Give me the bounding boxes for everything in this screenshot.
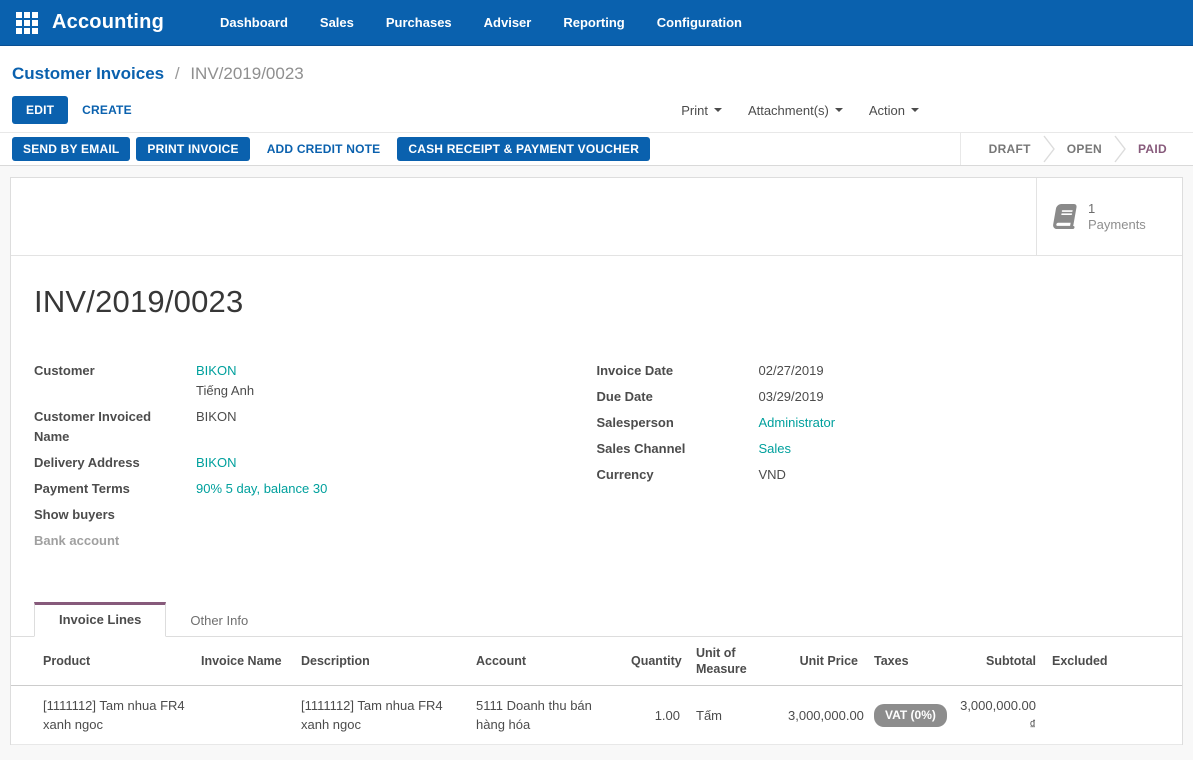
state-draft[interactable]: DRAFT [977, 142, 1043, 156]
col-excluded[interactable]: Excluded [1044, 637, 1182, 686]
cell-account: 5111 Doanh thu bán hàng hóa [468, 686, 623, 745]
due-date-value: 03/29/2019 [759, 387, 824, 407]
field-show-buyers: Show buyers [34, 502, 597, 528]
salesperson-link[interactable]: Administrator [759, 415, 836, 430]
cell-description: [1111112] Tam nhua FR4 xanh ngoc [293, 686, 468, 745]
nav-item-reporting[interactable]: Reporting [563, 15, 624, 30]
app-name[interactable]: Accounting [52, 11, 164, 34]
cell-unit-price: 3,000,000.00 [780, 686, 866, 745]
breadcrumb-current: INV/2019/0023 [190, 64, 303, 83]
journal-book-icon [1051, 204, 1080, 229]
state-paid[interactable]: PAID [1126, 142, 1179, 156]
nav-item-sales[interactable]: Sales [320, 15, 354, 30]
payments-smart-button[interactable]: 1 Payments [1036, 178, 1182, 255]
tab-other-info[interactable]: Other Info [166, 604, 272, 637]
field-customer: Customer BIKON Tiếng Anh [34, 358, 597, 404]
col-subtotal[interactable]: Subtotal [948, 637, 1044, 686]
col-invoice-name[interactable]: Invoice Name [193, 637, 293, 686]
field-delivery-address: Delivery Address BIKON [34, 450, 597, 476]
control-panel: Customer Invoices / INV/2019/0023 EDIT C… [0, 46, 1193, 132]
statusbar: SEND BY EMAIL PRINT INVOICE ADD CREDIT N… [0, 132, 1193, 166]
cell-taxes: VAT (0%) [866, 686, 948, 745]
nav-item-dashboard[interactable]: Dashboard [220, 15, 288, 30]
col-taxes[interactable]: Taxes [866, 637, 948, 686]
apps-grid-icon[interactable] [16, 12, 38, 34]
cell-invoice-name [193, 686, 293, 745]
field-salesperson: Salesperson Administrator [597, 410, 1160, 436]
payments-label: Payments [1088, 217, 1146, 233]
notebook: Invoice Lines Other Info Product Invoice… [11, 602, 1182, 745]
col-unit-of-measure[interactable]: Unit of Measure [688, 637, 780, 686]
field-customer-invoiced-name: Customer Invoiced Name BIKON [34, 404, 597, 450]
table-header-row: Product Invoice Name Description Account… [11, 637, 1182, 686]
left-field-group: Customer BIKON Tiếng Anh Customer Invoic… [34, 358, 597, 554]
send-by-email-button[interactable]: SEND BY EMAIL [12, 137, 130, 161]
field-currency: Currency VND [597, 462, 1160, 488]
edit-button[interactable]: EDIT [12, 96, 68, 124]
invoice-line-row[interactable]: [1111112] Tam nhua FR4 xanh ngoc [111111… [11, 686, 1182, 745]
field-due-date: Due Date 03/29/2019 [597, 384, 1160, 410]
action-dropdowns: Print Attachment(s) Action [681, 103, 919, 118]
field-sales-channel: Sales Channel Sales [597, 436, 1160, 462]
print-dropdown[interactable]: Print [681, 103, 722, 118]
col-product[interactable]: Product [11, 637, 193, 686]
chevron-right-icon [1043, 135, 1055, 163]
invoice-form-sheet: 1 Payments INV/2019/0023 Customer BIKON … [10, 177, 1183, 745]
breadcrumb: Customer Invoices / INV/2019/0023 [12, 64, 1181, 84]
col-account[interactable]: Account [468, 637, 623, 686]
sales-channel-link[interactable]: Sales [759, 441, 792, 456]
col-quantity[interactable]: Quantity [623, 637, 688, 686]
add-credit-note-button[interactable]: ADD CREDIT NOTE [256, 137, 392, 161]
cell-excluded [1044, 686, 1182, 745]
action-dropdown[interactable]: Action [869, 103, 919, 118]
delivery-address-link[interactable]: BIKON [196, 455, 236, 470]
payment-terms-link[interactable]: 90% 5 day, balance 30 [196, 481, 327, 496]
state-open[interactable]: OPEN [1055, 142, 1114, 156]
chevron-down-icon [835, 108, 843, 112]
cell-product: [1111112] Tam nhua FR4 xanh ngoc [11, 686, 193, 745]
col-unit-price[interactable]: Unit Price [780, 637, 866, 686]
chevron-down-icon [911, 108, 919, 112]
invoice-date-value: 02/27/2019 [759, 361, 824, 381]
tax-badge: VAT (0%) [874, 704, 947, 727]
print-invoice-button[interactable]: PRINT INVOICE [136, 137, 249, 161]
nav-item-adviser[interactable]: Adviser [484, 15, 532, 30]
field-payment-terms: Payment Terms 90% 5 day, balance 30 [34, 476, 597, 502]
status-pipeline: DRAFT OPEN PAID [960, 133, 1193, 165]
customer-link[interactable]: BIKON [196, 363, 236, 378]
customer-sub-text: Tiếng Anh [196, 381, 254, 401]
col-description[interactable]: Description [293, 637, 468, 686]
invoice-title: INV/2019/0023 [34, 284, 1159, 320]
tab-invoice-lines[interactable]: Invoice Lines [34, 602, 166, 637]
breadcrumb-parent-link[interactable]: Customer Invoices [12, 64, 164, 83]
field-invoice-date: Invoice Date 02/27/2019 [597, 358, 1160, 384]
top-navbar: Accounting Dashboard Sales Purchases Adv… [0, 0, 1193, 46]
currency-value: VND [759, 465, 786, 485]
chevron-down-icon [714, 108, 722, 112]
cell-quantity: 1.00 [623, 686, 688, 745]
cell-subtotal: 3,000,000.00 ₫ [948, 686, 1044, 745]
field-bank-account: Bank account [34, 528, 597, 554]
customer-invoiced-name-value: BIKON [196, 407, 236, 447]
main-menu: Dashboard Sales Purchases Adviser Report… [220, 15, 742, 30]
attachments-dropdown[interactable]: Attachment(s) [748, 103, 843, 118]
invoice-lines-table: Product Invoice Name Description Account… [11, 637, 1182, 745]
nav-item-configuration[interactable]: Configuration [657, 15, 742, 30]
chevron-right-icon [1114, 135, 1126, 163]
right-field-group: Invoice Date 02/27/2019 Due Date 03/29/2… [597, 358, 1160, 554]
cell-uom: Tấm [688, 686, 780, 745]
nav-item-purchases[interactable]: Purchases [386, 15, 452, 30]
content-area: 1 Payments INV/2019/0023 Customer BIKON … [0, 166, 1193, 745]
payments-count: 1 [1088, 201, 1146, 217]
cash-receipt-voucher-button[interactable]: CASH RECEIPT & PAYMENT VOUCHER [397, 137, 650, 161]
smart-button-box: 1 Payments [11, 178, 1182, 256]
breadcrumb-separator: / [175, 64, 180, 83]
create-button[interactable]: CREATE [68, 96, 146, 124]
